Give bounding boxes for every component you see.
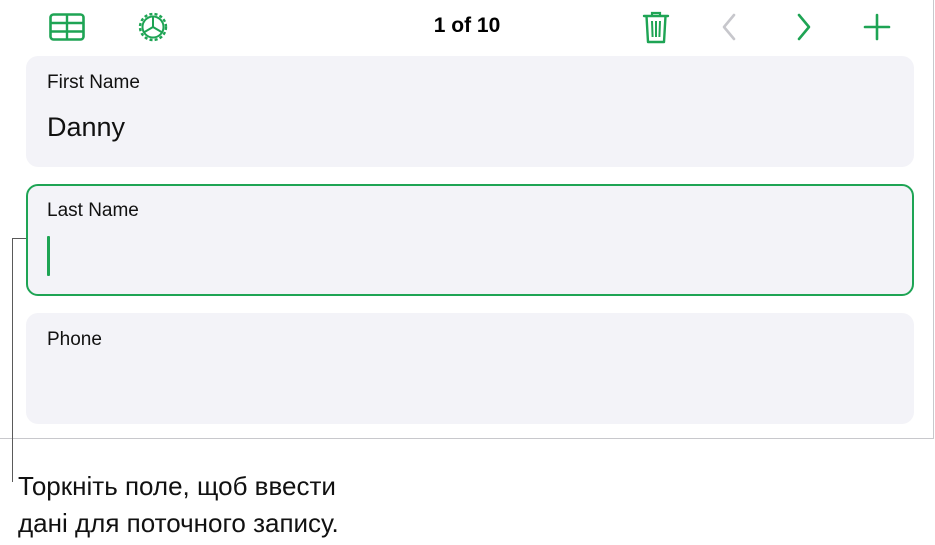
trash-icon	[642, 10, 670, 44]
chevron-right-icon	[796, 13, 812, 41]
field-label: Phone	[47, 329, 102, 350]
next-record-button[interactable]	[784, 8, 824, 46]
add-record-button[interactable]	[857, 8, 897, 46]
delete-record-button[interactable]	[636, 8, 676, 46]
callout-text: Торкніть поле, щоб ввести дані для поточ…	[18, 468, 578, 542]
first-name-field[interactable]: First Name Danny	[26, 56, 914, 167]
record-form-screen: 1 of 10 First Name Danny Last Name Phone	[0, 0, 934, 439]
chevron-left-icon	[721, 13, 737, 41]
plus-icon	[863, 13, 891, 41]
callout-line-1: Торкніть поле, щоб ввести	[18, 471, 336, 501]
text-cursor	[47, 236, 50, 276]
last-name-field[interactable]: Last Name	[26, 184, 914, 296]
callout-line	[12, 238, 13, 482]
previous-record-button[interactable]	[709, 8, 749, 46]
field-label: Last Name	[47, 200, 139, 221]
field-label: First Name	[47, 72, 140, 93]
field-value: Danny	[47, 112, 126, 142]
toolbar: 1 of 10	[0, 0, 934, 52]
phone-field[interactable]: Phone	[26, 313, 914, 424]
callout-tick	[12, 238, 26, 239]
callout-line-2: дані для поточного запису.	[18, 508, 339, 538]
